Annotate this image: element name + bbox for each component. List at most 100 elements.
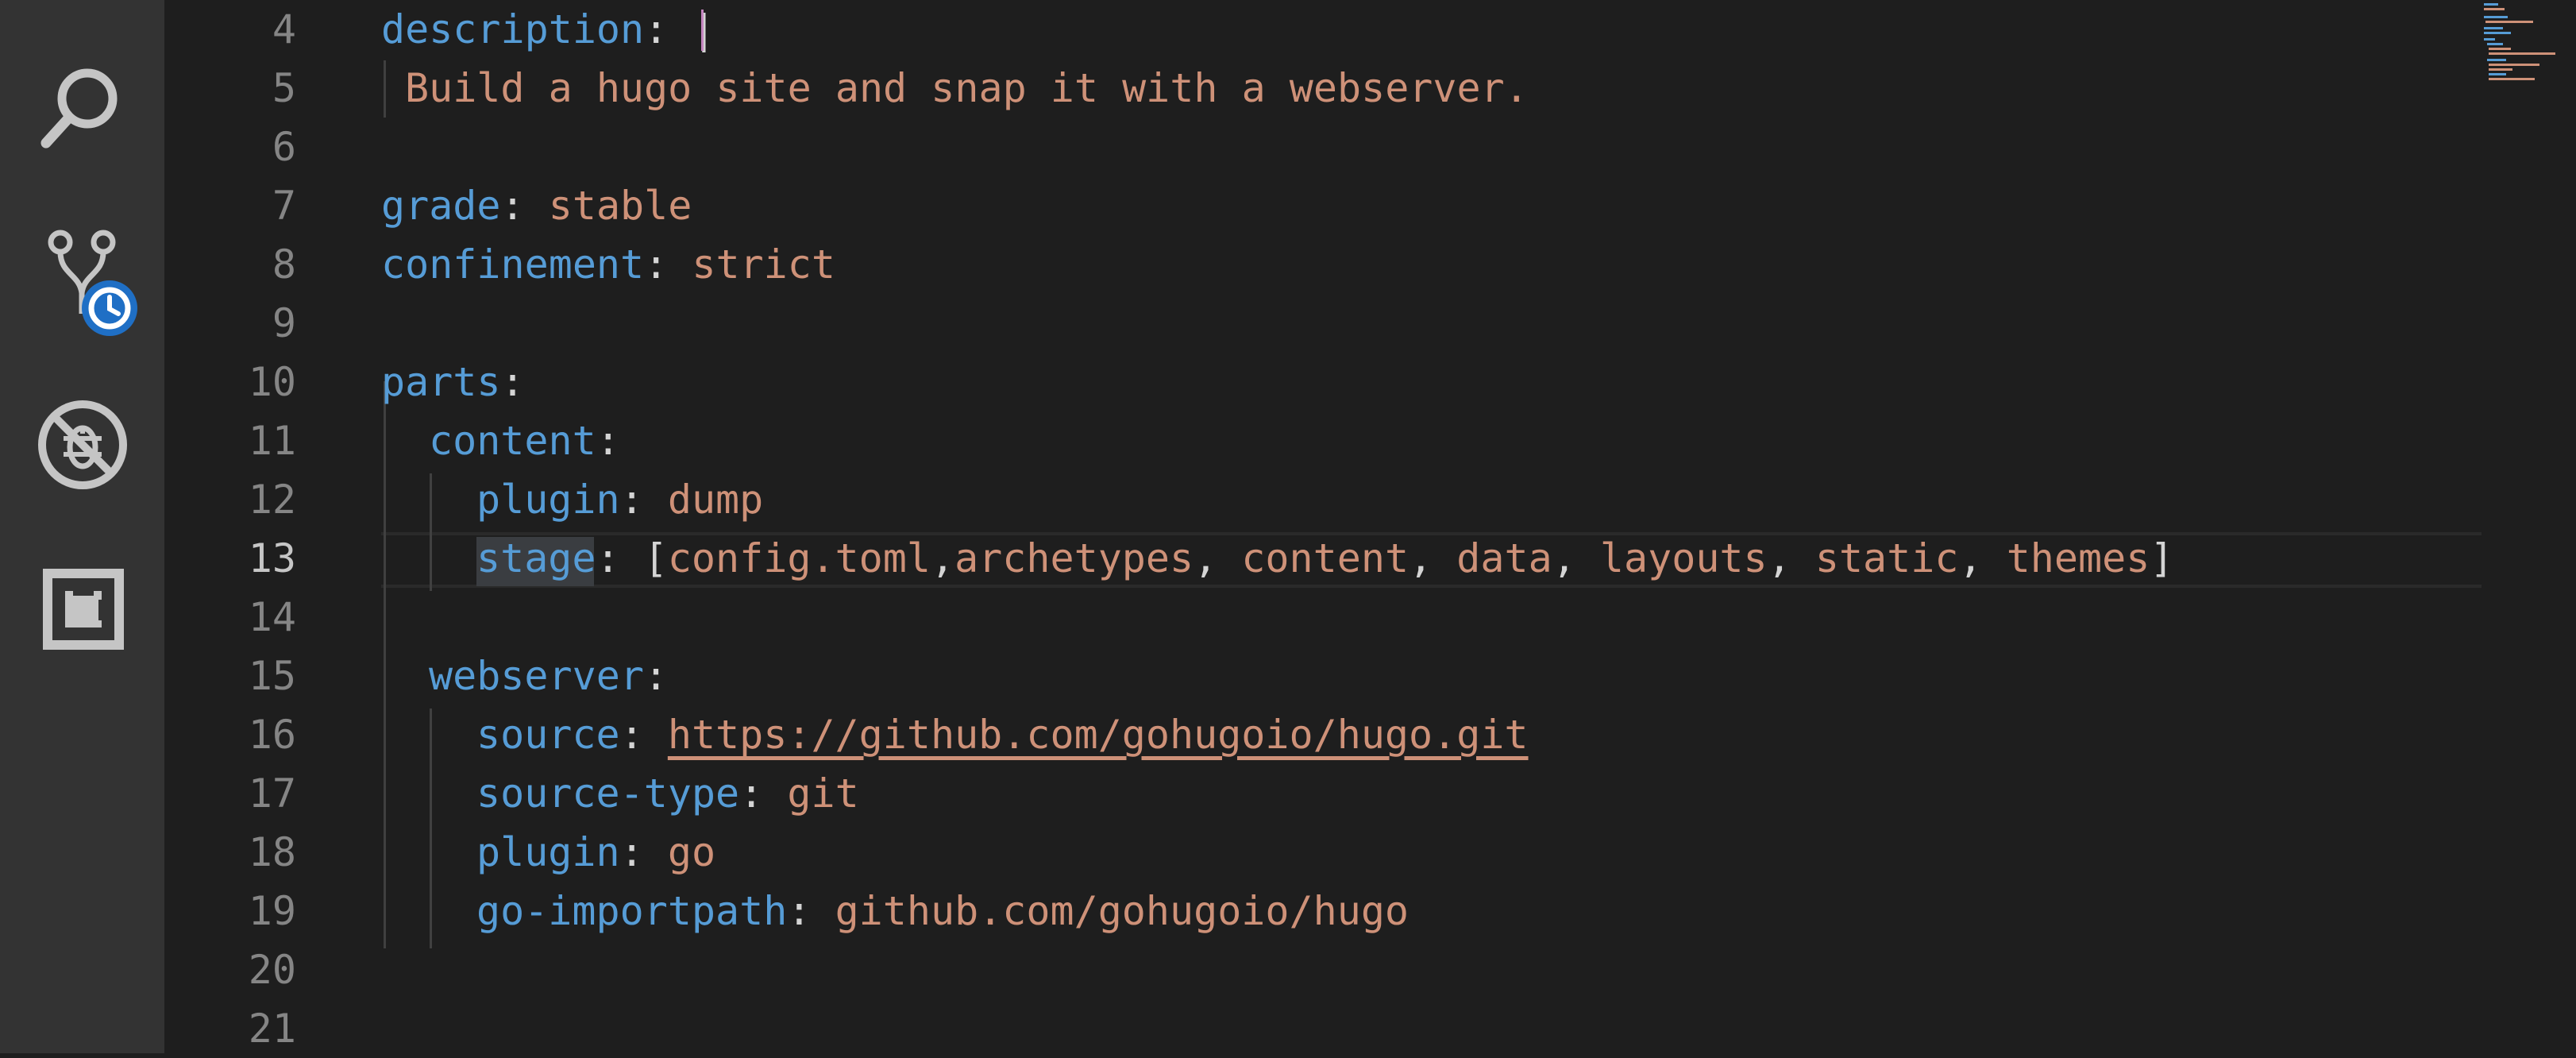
yaml-punct: : [ (596, 535, 668, 581)
line-number: 8 (272, 241, 296, 288)
yaml-punct: : | (644, 6, 716, 52)
yaml-punct: , (1194, 535, 1242, 581)
minimap-line (2489, 48, 2511, 50)
minimap-line (2484, 3, 2498, 6)
yaml-value: themes (2006, 535, 2150, 581)
line-number: 19 (248, 888, 296, 934)
line-number: 21 (248, 1006, 296, 1052)
line-number: 6 (272, 124, 296, 170)
line-number: 18 (248, 829, 296, 875)
yaml-key: grade (381, 183, 501, 229)
activity-source-control[interactable] (0, 226, 164, 346)
line-number: 16 (248, 712, 296, 758)
yaml-key: plugin (476, 829, 620, 875)
yaml-punct: : (619, 477, 668, 523)
minimap[interactable] (2478, 0, 2576, 1053)
code-line-17: source-type: git (476, 764, 859, 823)
minimap-line (2484, 8, 2505, 10)
yaml-value: dump (667, 477, 764, 523)
code-line-16: source: https://github.com/gohugoio/hugo… (476, 705, 1529, 764)
line-number: 14 (248, 594, 296, 640)
line-number: 9 (272, 300, 296, 346)
yaml-value: layouts (1599, 535, 1768, 581)
yaml-string: Build a hugo site and snap it with a web… (405, 65, 1529, 111)
line-number: 17 (248, 770, 296, 817)
minimap-line (2489, 68, 2512, 71)
activity-bar (0, 0, 164, 1053)
yaml-punct: : (619, 829, 668, 875)
yaml-punct: : (787, 888, 835, 934)
code-line-10: parts: (381, 353, 525, 411)
yaml-value: git (787, 770, 859, 817)
yaml-value: content (1241, 535, 1409, 581)
yaml-punct: , (930, 535, 955, 581)
yaml-key: plugin (476, 477, 620, 523)
yaml-key: content (429, 418, 596, 464)
code-line-13: stage: [config.toml,archetypes, content,… (476, 529, 2173, 588)
yaml-punct: : (644, 241, 692, 288)
yaml-key: source-type (476, 770, 740, 817)
code-line-12: plugin: dump (476, 470, 763, 529)
yaml-punct: : (619, 712, 668, 758)
yaml-value: github.com/gohugoio/hugo (835, 888, 1409, 934)
url-link[interactable]: https://github.com/gohugoio/hugo.git (668, 712, 1529, 758)
code-line-5: Build a hugo site and snap it with a web… (405, 59, 1529, 118)
yaml-value: config.toml (667, 535, 931, 581)
activity-debug[interactable] (0, 389, 164, 508)
line-number: 12 (248, 477, 296, 523)
yaml-key: go-importpath (476, 888, 788, 934)
extensions-icon (43, 569, 124, 650)
yaml-punct: : (643, 653, 669, 699)
yaml-punct: , (1409, 535, 1457, 581)
line-number: 7 (272, 183, 296, 229)
yaml-key: parts (381, 359, 501, 405)
line-number: 11 (248, 418, 296, 464)
yaml-value: static (1814, 535, 1959, 581)
search-icon (40, 68, 118, 149)
line-number: 4 (272, 6, 296, 52)
code-line-18: plugin: go (476, 823, 715, 882)
yaml-key: description (381, 6, 645, 52)
line-number-gutter: 4 5 6 7 8 9 10 11 12 13 14 15 16 17 18 1… (164, 0, 307, 1053)
yaml-punct: : (500, 183, 549, 229)
code-line-4: description: | (381, 0, 715, 59)
source-control-history-icon (48, 230, 137, 336)
minimap-line (2487, 59, 2506, 61)
code-line-7: grade: stable (381, 176, 692, 235)
minimap-line (2484, 27, 2503, 29)
code-content[interactable]: description: | Build a hugo site and sna… (381, 0, 2478, 1053)
yaml-punct: : (596, 418, 620, 464)
yaml-key: confinement (381, 241, 645, 288)
line-number: 5 (272, 65, 296, 111)
yaml-value: go (667, 829, 716, 875)
line-number: 10 (248, 359, 296, 405)
yaml-key: stage (476, 535, 596, 581)
minimap-line (2489, 73, 2506, 75)
code-line-19: go-importpath: github.com/gohugoio/hugo (476, 882, 1409, 940)
yaml-punct: : (739, 770, 788, 817)
yaml-key: source (476, 712, 620, 758)
yaml-value: stable (548, 183, 692, 229)
yaml-value: archetypes (954, 535, 1194, 581)
code-line-8: confinement: strict (381, 235, 835, 294)
yaml-punct: : (500, 359, 525, 405)
activity-search[interactable] (0, 57, 164, 176)
minimap-line (2489, 52, 2555, 55)
yaml-punct: , (1552, 535, 1600, 581)
minimap-line (2484, 38, 2495, 41)
activity-extensions[interactable] (0, 556, 164, 675)
yaml-punct: , (1767, 535, 1815, 581)
minimap-line (2489, 78, 2535, 80)
line-number: 20 (248, 947, 296, 993)
minimap-line (2484, 16, 2508, 18)
yaml-key: webserver (429, 653, 644, 699)
debug-disabled-icon (38, 400, 127, 489)
yaml-value: strict (692, 241, 835, 288)
code-line-15: webserver: (429, 647, 668, 705)
yaml-punct: ] (2150, 535, 2174, 581)
code-line-11: content: (429, 411, 620, 470)
text-cursor (701, 10, 704, 51)
minimap-line (2487, 43, 2503, 45)
minimap-line (2489, 64, 2539, 66)
minimap-line (2484, 32, 2511, 34)
